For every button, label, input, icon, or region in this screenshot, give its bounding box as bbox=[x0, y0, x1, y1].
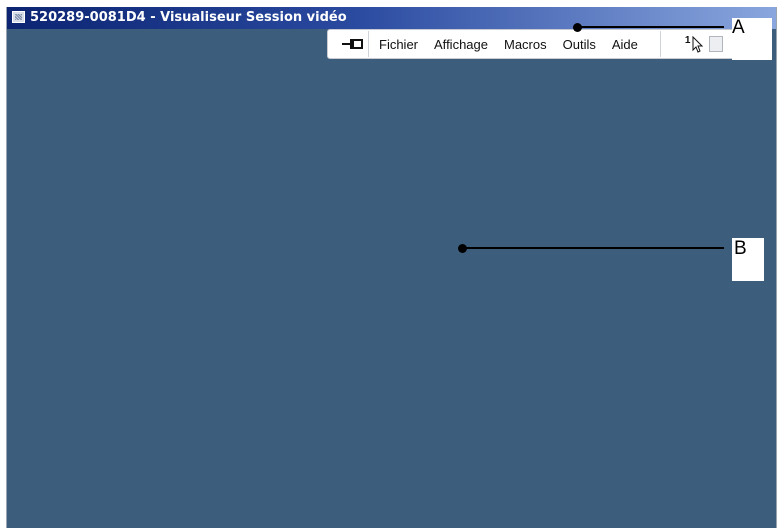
floating-menu-bar: Fichier Affichage Macros Outils Aide 1 bbox=[327, 29, 772, 59]
menu-outils[interactable]: Outils bbox=[555, 37, 604, 52]
menu-affichage[interactable]: Affichage bbox=[426, 37, 496, 52]
callout-a-label: A bbox=[732, 17, 745, 38]
toolbar-separator bbox=[368, 31, 369, 57]
toolbar-separator bbox=[659, 31, 661, 57]
session-viewer-window: 520289-0081D4 - Visualiseur Session vidé… bbox=[6, 7, 777, 528]
menu-aide[interactable]: Aide bbox=[604, 37, 646, 52]
menu-fichier[interactable]: Fichier bbox=[373, 37, 426, 52]
callout-a-line bbox=[577, 26, 724, 28]
callout-b-line bbox=[462, 247, 724, 249]
menu-macros[interactable]: Macros bbox=[496, 37, 555, 52]
session-video-area[interactable] bbox=[7, 29, 776, 528]
pointer-tool-button[interactable]: 1 bbox=[685, 35, 707, 53]
pointer-tool-number: 1 bbox=[684, 35, 691, 46]
app-window-icon[interactable] bbox=[12, 11, 25, 23]
window-title: 520289-0081D4 - Visualiseur Session vidé… bbox=[30, 10, 347, 25]
callout-b-label: B bbox=[734, 238, 747, 259]
pushpin-icon[interactable] bbox=[342, 36, 364, 52]
toolbar-tool-button[interactable] bbox=[708, 36, 723, 52]
